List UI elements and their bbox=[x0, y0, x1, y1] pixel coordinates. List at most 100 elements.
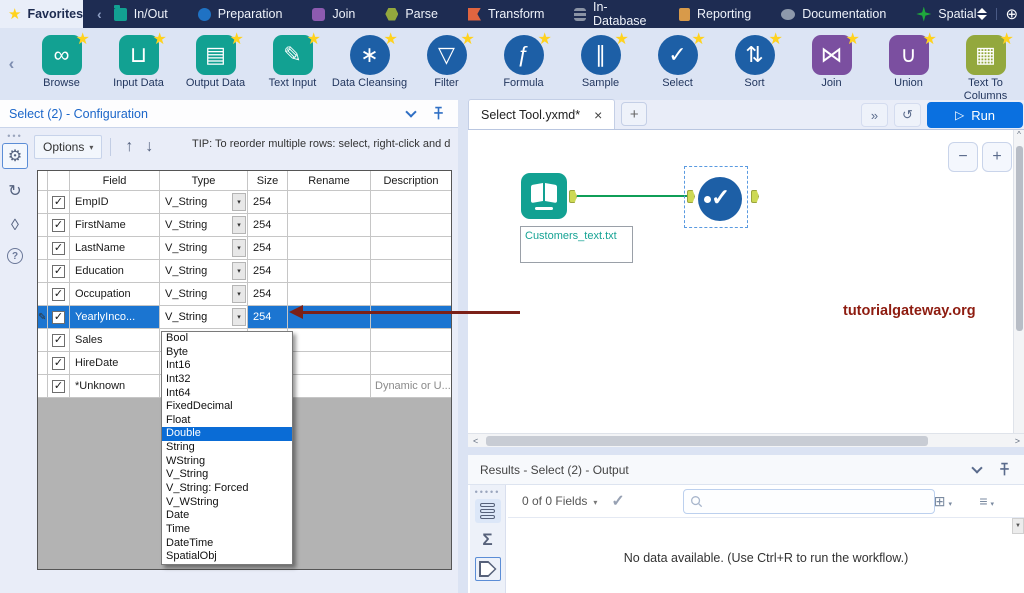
description-cell[interactable] bbox=[371, 260, 451, 282]
categories-scroll-left-icon[interactable]: ‹ bbox=[83, 0, 114, 28]
type-dropdown-button[interactable]: ▾ bbox=[232, 308, 246, 326]
description-cell[interactable] bbox=[371, 214, 451, 236]
collapse-results-icon[interactable] bbox=[971, 462, 982, 473]
tool-browse[interactable]: ∞★Browse bbox=[23, 28, 100, 100]
tool-formula[interactable]: ƒ★Formula bbox=[485, 28, 562, 100]
more-tabs-button[interactable]: » bbox=[861, 103, 888, 127]
output-anchor[interactable] bbox=[569, 190, 577, 203]
type-dropdown-button[interactable]: ▾ bbox=[232, 262, 246, 280]
rename-cell[interactable] bbox=[288, 283, 371, 305]
type-cell[interactable]: V_String▾ bbox=[160, 260, 248, 282]
field-checkbox[interactable]: ✓ bbox=[52, 219, 65, 232]
canvas-horizontal-scrollbar[interactable]: < > bbox=[468, 433, 1024, 447]
category-tab-join[interactable]: Join bbox=[312, 7, 355, 21]
category-tab-in-out[interactable]: In/Out bbox=[114, 7, 168, 21]
type-dropdown-button[interactable]: ▾ bbox=[232, 193, 246, 211]
field-checkbox[interactable]: ✓ bbox=[52, 242, 65, 255]
new-workflow-tab-button[interactable]: + bbox=[621, 102, 647, 126]
field-name-cell[interactable]: EmpID bbox=[70, 191, 160, 213]
rename-cell[interactable] bbox=[288, 191, 371, 213]
field-name-cell[interactable]: FirstName bbox=[70, 214, 160, 236]
zoom-out-button[interactable]: − bbox=[948, 142, 978, 172]
type-option-string[interactable]: String bbox=[162, 441, 292, 455]
move-row-up-button[interactable]: ↑ bbox=[119, 138, 139, 156]
field-row-yearlyinco[interactable]: ✎✓YearlyInco...V_String▾254 bbox=[38, 306, 451, 329]
tool-filter[interactable]: ▽★Filter bbox=[408, 28, 485, 100]
output-anchor[interactable] bbox=[751, 190, 759, 203]
type-cell[interactable]: V_String▾ bbox=[160, 191, 248, 213]
history-button[interactable]: ↺ bbox=[894, 103, 921, 127]
scroll-left-icon[interactable]: < bbox=[468, 436, 482, 446]
description-cell[interactable] bbox=[371, 237, 451, 259]
collapse-panel-icon[interactable] bbox=[405, 106, 416, 117]
type-option-fixeddecimal[interactable]: FixedDecimal bbox=[162, 400, 292, 414]
grid-header-size[interactable]: Size bbox=[248, 171, 288, 190]
results-data-view-icon[interactable] bbox=[475, 499, 501, 523]
tool-union[interactable]: ∪★Union bbox=[870, 28, 947, 100]
category-tab-preparation[interactable]: Preparation bbox=[198, 7, 283, 21]
size-cell[interactable]: 254 bbox=[248, 306, 288, 328]
field-row-firstname[interactable]: ✓ FirstNameV_String▾254 bbox=[38, 214, 451, 237]
size-cell[interactable]: 254 bbox=[248, 191, 288, 213]
input-data-tool-node[interactable] bbox=[521, 173, 567, 219]
tab-favorites[interactable]: ★ Favorites bbox=[0, 0, 83, 28]
fields-caret-icon[interactable]: ▾ bbox=[593, 498, 597, 507]
size-cell[interactable]: 254 bbox=[248, 283, 288, 305]
field-checkbox[interactable]: ✓ bbox=[52, 357, 65, 370]
tool-select[interactable]: ✓★Select bbox=[639, 28, 716, 100]
type-option-bool[interactable]: Bool bbox=[162, 332, 292, 346]
field-checkbox[interactable]: ✓ bbox=[52, 288, 65, 301]
category-tab-spatial[interactable]: Spatial bbox=[916, 7, 976, 22]
pin-icon[interactable] bbox=[431, 106, 446, 121]
connection-line[interactable] bbox=[577, 195, 687, 197]
rename-cell[interactable] bbox=[288, 260, 371, 282]
type-dropdown-button[interactable]: ▾ bbox=[232, 216, 246, 234]
rename-cell[interactable] bbox=[288, 237, 371, 259]
field-checkbox[interactable]: ✓ bbox=[52, 334, 65, 347]
tool-text-to-columns[interactable]: ▦★Text To Columns bbox=[947, 28, 1024, 100]
type-cell[interactable]: V_String▾ bbox=[160, 237, 248, 259]
field-name-cell[interactable]: *Unknown bbox=[70, 375, 160, 397]
type-cell[interactable]: V_String▾ bbox=[160, 283, 248, 305]
canvas-vertical-scrollbar[interactable]: ^ bbox=[1013, 130, 1024, 433]
grid-header-description[interactable]: Description bbox=[371, 171, 451, 190]
field-row-occupation[interactable]: ✓OccupationV_String▾254 bbox=[38, 283, 451, 306]
tool-text-input[interactable]: ✎★Text Input bbox=[254, 28, 331, 100]
tool-sort[interactable]: ⇅★Sort bbox=[716, 28, 793, 100]
type-option-wstring[interactable]: WString bbox=[162, 455, 292, 469]
fields-count-dropdown[interactable]: 0 of 0 Fields bbox=[522, 494, 587, 508]
description-cell[interactable] bbox=[371, 283, 451, 305]
size-cell[interactable]: 254 bbox=[248, 260, 288, 282]
scrollbar-thumb[interactable] bbox=[1016, 146, 1023, 331]
type-option-date[interactable]: Date bbox=[162, 509, 292, 523]
size-cell[interactable]: 254 bbox=[248, 214, 288, 236]
category-tab-transform[interactable]: Transform bbox=[468, 7, 545, 21]
field-checkbox[interactable]: ✓ bbox=[52, 380, 65, 393]
type-cell[interactable]: V_String▾ bbox=[160, 214, 248, 236]
field-checkbox[interactable]: ✓ bbox=[52, 311, 65, 324]
type-dropdown-button[interactable]: ▾ bbox=[232, 285, 246, 303]
type-option-spatialobj[interactable]: SpatialObj bbox=[162, 550, 292, 564]
results-metadata-icon[interactable] bbox=[475, 557, 501, 581]
type-option-byte[interactable]: Byte bbox=[162, 346, 292, 360]
zoom-in-button[interactable]: + bbox=[982, 142, 1012, 172]
description-cell[interactable] bbox=[371, 306, 451, 328]
share-tab-icon[interactable]: ↻ bbox=[2, 178, 28, 204]
field-name-cell[interactable]: Sales bbox=[70, 329, 160, 351]
type-option-v-wstring[interactable]: V_WString bbox=[162, 496, 292, 510]
run-button[interactable]: ▷ Run bbox=[927, 102, 1023, 128]
tool-join[interactable]: ⋈★Join bbox=[793, 28, 870, 100]
field-name-cell[interactable]: LastName bbox=[70, 237, 160, 259]
field-name-cell[interactable]: Education bbox=[70, 260, 160, 282]
category-tab-documentation[interactable]: Documentation bbox=[781, 7, 886, 21]
workflow-tab[interactable]: Select Tool.yxmd* × bbox=[468, 99, 615, 129]
rename-cell[interactable] bbox=[288, 214, 371, 236]
category-tab-reporting[interactable]: Reporting bbox=[679, 7, 751, 21]
type-option-v-string[interactable]: V_String bbox=[162, 468, 292, 482]
field-checkbox[interactable]: ✓ bbox=[52, 265, 65, 278]
type-option-int64[interactable]: Int64 bbox=[162, 387, 292, 401]
help-tab-icon[interactable]: ? bbox=[7, 248, 23, 264]
results-summary-icon[interactable]: Σ bbox=[482, 530, 492, 550]
move-row-down-button[interactable]: ↓ bbox=[139, 138, 159, 156]
category-tab-in-database[interactable]: In-Database bbox=[574, 0, 649, 28]
